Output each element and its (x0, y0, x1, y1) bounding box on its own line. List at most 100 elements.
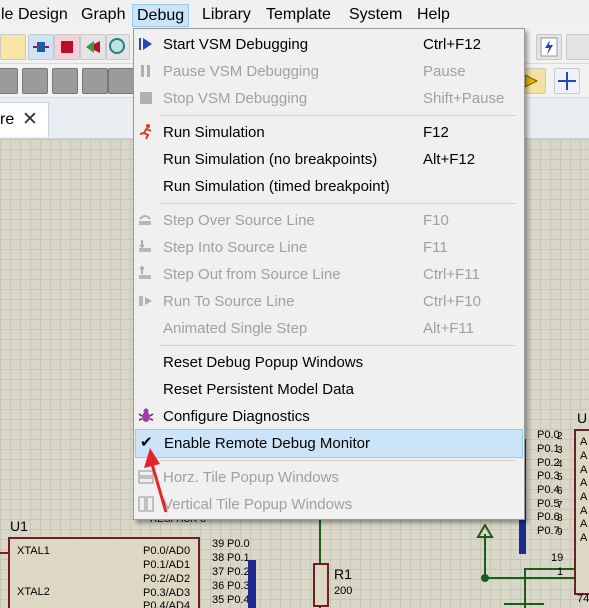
schematic-tab[interactable]: re ✕ (0, 102, 49, 137)
u1-net-p03: P0.3 (227, 580, 250, 592)
step-over-icon (139, 215, 151, 225)
u1-bus (248, 560, 256, 608)
block-copy-button[interactable] (22, 68, 48, 94)
lightning-icon (540, 37, 558, 57)
menu-item-step-over-source-line[interactable]: Step Over Source Line F10 (134, 207, 524, 234)
stop-icon (140, 92, 152, 104)
crosshair-tool-button[interactable] (554, 68, 580, 94)
chip-icon (61, 41, 73, 53)
lightning-tool-button[interactable] (536, 34, 562, 60)
menu-item-reset-persistent-model-data[interactable]: Reset Persistent Model Data (134, 376, 524, 403)
u1-pin-p04: P0.4/AD4 (143, 600, 191, 608)
u2-pin-letter-2: A (580, 464, 588, 476)
block-delete-button[interactable] (108, 68, 134, 94)
menu-item-animated-single-step[interactable]: Animated Single Step Alt+F11 (134, 315, 524, 342)
supply-arrow-icon (476, 524, 494, 538)
menu-item-vertical-tile-popup-windows[interactable]: Vertical Tile Popup Windows (134, 491, 524, 518)
menu-separator (160, 345, 516, 346)
u2-pin-19: 19 (551, 552, 564, 564)
u2-pin-letter-1: A (580, 450, 588, 462)
u2-pin-9: 9 (557, 527, 563, 538)
crosshair-icon (558, 72, 576, 90)
magnifier-icon (109, 38, 125, 54)
menu-debug[interactable]: Debug (132, 4, 190, 27)
u2-pin-letter-3: A (580, 477, 588, 489)
step-into-icon (139, 240, 151, 252)
component-icon (33, 42, 49, 52)
u2-pin-letter-6: A (580, 518, 588, 530)
u2-pin-4: 4 (557, 459, 563, 470)
chip-tool-button[interactable] (54, 34, 80, 60)
zoom-tool-button[interactable] (106, 34, 130, 60)
menu-template[interactable]: Template (262, 6, 335, 24)
menu-item-step-out-from-source-line[interactable]: Step Out from Source Line Ctrl+F11 (134, 261, 524, 288)
u2-pin-letter-5: A (580, 505, 588, 517)
u1-pin-num-39: 39 (212, 538, 225, 550)
speaker-icon (86, 41, 100, 53)
step-out-icon (139, 265, 151, 279)
menu-separator (160, 115, 516, 116)
u2-pin-6: 6 (557, 486, 563, 497)
menu-system[interactable]: System (345, 6, 406, 24)
u2-pin-3: 3 (557, 445, 563, 456)
u1-pin-xtal2: XTAL2 (17, 586, 50, 598)
tab-label: re (0, 111, 15, 128)
menu-design[interactable]: Design (14, 6, 72, 24)
u1-pin-p01: P0.1/AD1 (143, 559, 191, 571)
menu-item-reset-debug-popup-windows[interactable]: Reset Debug Popup Windows (134, 349, 524, 376)
component-tool-button[interactable] (28, 34, 54, 60)
u2-pin-2: 2 (557, 431, 563, 442)
menu-item-enable-remote-debug-monitor[interactable]: ✔ Enable Remote Debug Monitor (135, 429, 523, 458)
u1-pin-num-38: 38 (212, 552, 225, 564)
menu-item-step-into-source-line[interactable]: Step Into Source Line F11 (134, 234, 524, 261)
u2-pin-letter-0: A (580, 436, 588, 448)
menu-item-pause-vsm-debugging[interactable]: Pause VSM Debugging Pause (134, 58, 524, 85)
net-wire-4 (504, 603, 544, 605)
running-man-icon (139, 124, 152, 140)
grid-tool-button[interactable] (0, 34, 26, 60)
u1-pin-num-36: 36 (212, 580, 225, 592)
menu-separator (160, 460, 516, 461)
play-icon (139, 38, 152, 50)
menu-help[interactable]: Help (413, 6, 454, 24)
u2-pin-8: 8 (557, 513, 563, 524)
u1-net-p00: P0.0 (227, 538, 250, 550)
menu-item-run-simulation-no-breakpoints[interactable]: Run Simulation (no breakpoints) Alt+F12 (134, 146, 524, 173)
menu-item-run-to-source-line[interactable]: Run To Source Line Ctrl+F10 (134, 288, 524, 315)
sound-tool-button[interactable] (80, 34, 106, 60)
u1-pin-num-37: 37 (212, 566, 225, 578)
bug-icon (138, 408, 154, 422)
menu-graph[interactable]: Graph (77, 6, 129, 24)
menu-item-configure-diagnostics[interactable]: Configure Diagnostics (134, 403, 524, 430)
u1-pin-p02: P0.2/AD2 (143, 573, 191, 585)
supply-wire (484, 534, 486, 579)
debug-menu: Start VSM Debugging Ctrl+F12 Pause VSM D… (133, 28, 525, 520)
r1-resistor[interactable] (313, 563, 329, 607)
menu-item-run-simulation-timed-breakpoint[interactable]: Run Simulation (timed breakpoint) (134, 173, 524, 200)
extra-tool-button[interactable] (566, 34, 589, 60)
u1-label: U1 (10, 518, 28, 534)
menu-bar: le Design Graph Debug Library Template S… (0, 0, 589, 30)
menu-separator (160, 203, 516, 204)
menu-library[interactable]: Library (198, 6, 255, 24)
align-tool-button[interactable] (0, 68, 18, 94)
block-move-button[interactable] (52, 68, 78, 94)
u2-label: U (577, 410, 588, 426)
u2-pin-1: 1 (557, 566, 564, 578)
menu-item-horz-tile-popup-windows[interactable]: Horz. Tile Popup Windows (134, 464, 524, 491)
u1-net-p04: P0.4 (227, 594, 250, 606)
u2-pin-5: 5 (557, 472, 563, 483)
u1-pin-xtal1: XTAL1 (17, 545, 50, 557)
annotation-arrow-icon (144, 448, 168, 513)
junction-dot (481, 574, 489, 582)
r1-label: R1 (334, 566, 352, 582)
u1-pin-p03: P0.3/AD3 (143, 587, 191, 599)
u2-pin-letter-4: A (580, 491, 588, 503)
close-icon[interactable]: ✕ (22, 108, 38, 131)
menu-item-run-simulation[interactable]: Run Simulation F12 (134, 119, 524, 146)
block-rotate-button[interactable] (82, 68, 108, 94)
r1-value: 200 (334, 585, 353, 597)
menu-item-start-vsm-debugging[interactable]: Start VSM Debugging Ctrl+F12 (134, 31, 524, 58)
menu-item-stop-vsm-debugging[interactable]: Stop VSM Debugging Shift+Pause (134, 85, 524, 112)
pause-icon (141, 65, 150, 77)
